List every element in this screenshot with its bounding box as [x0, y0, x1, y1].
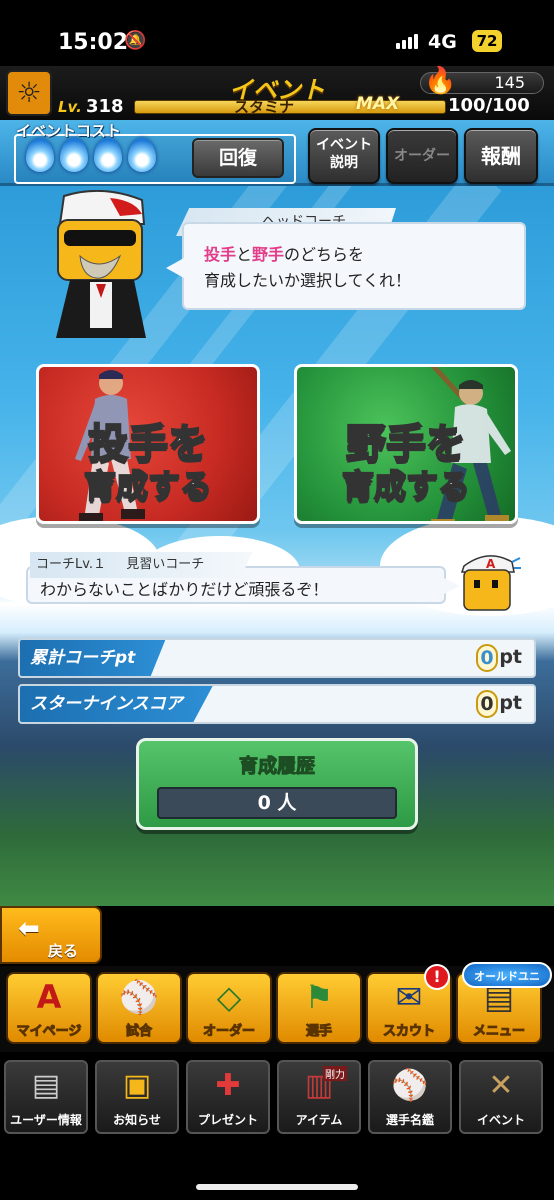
blue-flame-icon [94, 138, 122, 172]
nav-match-label: 試合 [125, 1024, 152, 1040]
nav-news[interactable]: ▣ お知らせ [95, 1060, 179, 1134]
trainee-coach-nameplate: コーチLv.１ 見習いコーチ [30, 552, 252, 578]
training-history-title: 育成履歴 [238, 755, 315, 778]
nav-news-label: お知らせ [113, 1113, 161, 1127]
clock: 15:02 [58, 30, 129, 55]
level-label: Lv. [58, 98, 82, 116]
head-coach-message: 投手と野手のどちらを 育成したいか選択してくれ！ [204, 242, 514, 294]
gift-icon: ✚ [215, 1068, 241, 1103]
total-coach-points-unit: pt [499, 646, 522, 668]
recover-button[interactable]: 回復 [192, 138, 284, 178]
fielder-word: 野手 [252, 245, 285, 264]
head-coach-message-line2: 育成したいか選択してくれ！ [204, 271, 412, 290]
flame-coin-icon: 🔥 [424, 66, 457, 96]
pitcher-word: 投手 [204, 245, 237, 264]
nav-present[interactable]: ✚ プレゼント [186, 1060, 270, 1134]
old-uniform-badge[interactable]: オールドユニ [462, 962, 552, 988]
game-header: ☼ イベント 145 🔥 Lv. 318 スタミナ MAX 100/100 [0, 66, 554, 120]
nav-player-directory-label: 選手名鑑 [385, 1113, 434, 1127]
player-directory-icon: ⚾ [391, 1068, 429, 1103]
blue-flame-icon [128, 138, 156, 172]
order-field-icon: ◇ [216, 978, 242, 1016]
stamina-max-label: MAX [356, 94, 400, 114]
star-nine-score-label: スターナインスコア [20, 686, 213, 722]
star-nine-score-row: スターナインスコア 0 pt [18, 684, 536, 724]
nav-items[interactable]: ▥ 剛力 アイテム [277, 1060, 361, 1134]
nav-players[interactable]: ⚑ 選手 [276, 972, 362, 1044]
nav-present-label: プレゼント [197, 1113, 258, 1127]
trainee-coach-message: わからないことばかりだけど頑張るぞ！ [40, 580, 329, 599]
players-icon: ⚑ [304, 978, 334, 1016]
event-info-line1: イベント [316, 137, 372, 153]
nav-player-directory[interactable]: ⚾ 選手名鑑 [368, 1060, 452, 1134]
train-fielder-button[interactable]: 野手を 育成する [294, 364, 518, 524]
and-word: と [236, 245, 253, 264]
nav-match[interactable]: ⚾ 試合 [96, 972, 182, 1044]
mute-bell-icon: 🔕 [124, 30, 147, 51]
stamina-label: スタミナ [234, 98, 295, 116]
nav-user-info-label: ユーザー情報 [10, 1113, 82, 1127]
head-coach-avatar [56, 190, 146, 338]
nav-user-info[interactable]: ▤ ユーザー情報 [4, 1060, 88, 1134]
total-coach-points-value: 0 [476, 644, 498, 672]
nav-mypage[interactable]: A マイページ [6, 972, 92, 1044]
mypage-icon: A [36, 978, 62, 1016]
cost-flames [26, 138, 156, 172]
nav-event-label: イベント [476, 1113, 525, 1127]
star-nine-score-unit: pt [499, 692, 522, 714]
nav-players-label: 選手 [305, 1024, 332, 1040]
stamina-value: 100/100 [448, 95, 530, 116]
blue-flame-icon [26, 138, 54, 172]
nav-menu-label: メニュー [472, 1024, 525, 1040]
item-tag: 剛力 [323, 1066, 347, 1081]
network-label: 4G [428, 31, 457, 53]
news-icon: ▣ [122, 1068, 152, 1103]
signal-icon [396, 34, 418, 49]
home-indicator[interactable] [196, 1184, 358, 1190]
match-icon: ⚾ [119, 978, 159, 1016]
which-word: のどちらを [284, 245, 365, 264]
trainee-coach-level: コーチLv.１ [36, 557, 107, 572]
pitcher-button-line2: 育成する [83, 466, 213, 506]
training-history-count: 0 人 [157, 787, 397, 819]
training-history-button[interactable]: 育成履歴 0 人 [136, 738, 418, 830]
event-info-line2: 説明 [330, 155, 358, 171]
user-card-icon: ▤ [31, 1068, 61, 1103]
event-info-button[interactable]: イベント 説明 [308, 128, 380, 184]
reward-button[interactable]: 報酬 [464, 128, 538, 184]
status-bar: 15:02 🔕 4G 72 [0, 0, 554, 66]
total-coach-points-row: 累計コーチpt 0 pt [18, 638, 536, 678]
trainee-coach-name: 見習いコーチ [126, 557, 205, 572]
nav-scout-label: スカウト [382, 1024, 435, 1040]
fielder-button-line2: 育成する [341, 466, 471, 506]
item-book-icon: ▥ [304, 1068, 334, 1103]
back-arrow-icon: ⬅ [18, 914, 40, 944]
nav-order-label: オーダー [202, 1024, 255, 1040]
blue-flame-icon [60, 138, 88, 172]
nav-order[interactable]: ◇ オーダー [186, 972, 272, 1044]
order-button[interactable]: オーダー [386, 128, 458, 184]
total-coach-points-label: 累計コーチpt [20, 640, 166, 676]
event-cost-panel: 回復 [14, 134, 296, 184]
train-pitcher-button[interactable]: 投手を 育成する [36, 364, 260, 524]
nav-mypage-label: マイページ [16, 1024, 82, 1040]
nav-items-label: アイテム [295, 1113, 343, 1127]
trainee-coach-avatar: A [460, 555, 521, 611]
back-button[interactable]: ⬅ 戻る [0, 906, 102, 964]
event-cost-label: イベントコスト [16, 122, 122, 140]
back-label: 戻る [48, 942, 79, 960]
battery-icon: 72 [472, 30, 502, 52]
scout-alert-badge: ! [424, 964, 450, 990]
svg-text:A: A [486, 557, 496, 571]
level-value: 318 [86, 96, 124, 117]
star-nine-score-value: 0 [476, 690, 498, 718]
crossed-bats-icon: ✕ [488, 1068, 514, 1103]
nav-event[interactable]: ✕ イベント [459, 1060, 543, 1134]
